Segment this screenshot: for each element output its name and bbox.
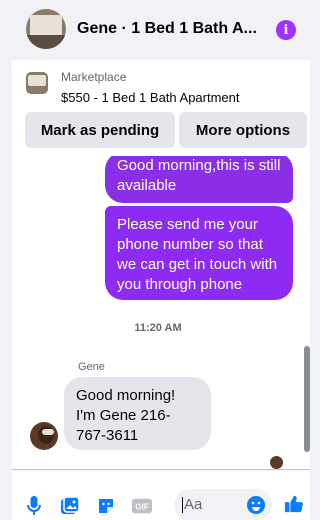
gif-icon[interactable]: GIF: [132, 496, 152, 516]
info-icon[interactable]: i: [276, 20, 296, 40]
listing-thumbnail[interactable]: [26, 72, 48, 94]
conversation-title: Gene · 1 Bed 1 Bath A...: [77, 20, 257, 37]
text-caret: [182, 497, 183, 513]
incoming-message: Good morning! I'm Gene 216-767-3611: [64, 377, 211, 450]
listing-avatar: [26, 9, 66, 49]
sender-avatar[interactable]: [30, 422, 58, 450]
marketplace-card: Marketplace $550 - 1 Bed 1 Bath Apartmen…: [12, 60, 310, 156]
sender-name: Gene: [78, 361, 105, 373]
scrollbar[interactable]: [304, 346, 310, 452]
thread-divider: [12, 469, 310, 470]
sticker-icon[interactable]: [96, 496, 116, 516]
thumbs-up-icon[interactable]: [284, 494, 304, 514]
message-timestamp: 11:20 AM: [134, 322, 182, 334]
mark-as-pending-button[interactable]: Mark as pending: [25, 112, 175, 148]
message-thread[interactable]: Good morning,this is still available Ple…: [12, 156, 310, 470]
read-receipt-avatar: [270, 456, 283, 469]
emoji-icon[interactable]: [246, 495, 266, 515]
message-composer: GIF: [12, 471, 310, 520]
gif-label: GIF: [135, 503, 149, 512]
marketplace-label: Marketplace: [61, 70, 127, 84]
photo-icon[interactable]: [60, 496, 80, 516]
outgoing-message: Good morning,this is still available: [105, 156, 293, 203]
listing-title[interactable]: $550 - 1 Bed 1 Bath Apartment: [61, 90, 240, 105]
conversation-header[interactable]: Gene · 1 Bed 1 Bath A...: [18, 4, 264, 54]
microphone-icon[interactable]: [24, 496, 44, 516]
more-options-button[interactable]: More options: [179, 112, 307, 148]
outgoing-message: Please send me your phone number so that…: [105, 206, 293, 300]
